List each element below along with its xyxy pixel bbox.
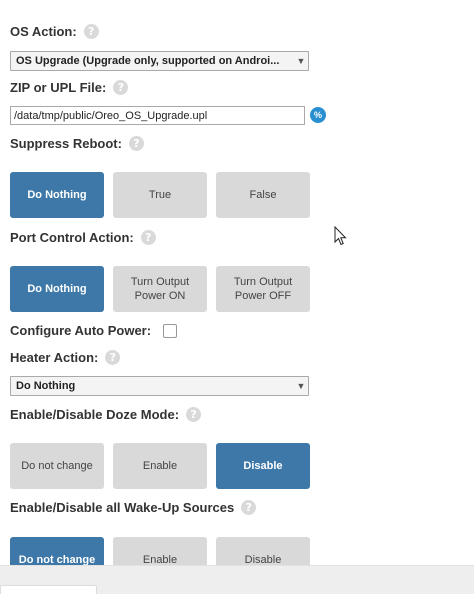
suppress-reboot-label: Suppress Reboot: ? <box>10 136 144 151</box>
zip-file-label: ZIP or UPL File: ? <box>10 80 129 95</box>
auto-power-checkbox[interactable] <box>163 324 177 338</box>
heater-action-select[interactable]: Do Nothing ▼ <box>10 376 309 396</box>
chevron-down-icon: ▼ <box>296 56 306 66</box>
port-control-do-nothing-button[interactable]: Do Nothing <box>10 266 104 312</box>
help-icon[interactable]: ? <box>241 500 257 515</box>
wakeup-do-not-change-button[interactable]: Do not change <box>10 537 104 565</box>
port-control-label: Port Control Action: ? <box>10 230 156 245</box>
zip-file-input[interactable]: /data/tmp/public/Oreo_OS_Upgrade.upl <box>10 106 305 125</box>
port-control-power-on-button[interactable]: Turn Output Power ON <box>113 266 207 312</box>
globe-icon[interactable]: % <box>310 107 326 123</box>
help-icon[interactable]: ? <box>113 80 129 95</box>
help-icon[interactable]: ? <box>83 24 99 39</box>
port-control-power-off-button[interactable]: Turn Output Power OFF <box>216 266 310 312</box>
doze-mode-label: Enable/Disable Doze Mode: ? <box>10 407 202 422</box>
suppress-reboot-do-nothing-button[interactable]: Do Nothing <box>10 172 104 218</box>
help-icon[interactable]: ? <box>140 230 156 245</box>
auto-power-label: Configure Auto Power: <box>10 323 152 338</box>
suppress-reboot-true-button[interactable]: True <box>113 172 207 218</box>
os-action-label: OS Action: ? <box>10 24 99 39</box>
help-icon[interactable]: ? <box>128 136 144 151</box>
doze-mode-enable-button[interactable]: Enable <box>113 443 207 489</box>
wakeup-disable-button[interactable]: Disable <box>216 537 310 565</box>
doze-mode-disable-button[interactable]: Disable <box>216 443 310 489</box>
suppress-reboot-false-button[interactable]: False <box>216 172 310 218</box>
help-icon[interactable]: ? <box>186 407 202 422</box>
chevron-down-icon: ▼ <box>296 381 306 391</box>
wakeup-sources-label: Enable/Disable all Wake-Up Sources ? <box>10 500 257 515</box>
settings-form: OS Action: ? OS Upgrade (Upgrade only, s… <box>0 0 474 565</box>
help-icon[interactable]: ? <box>105 350 121 365</box>
heater-action-selected-value: Do Nothing <box>16 380 76 392</box>
os-action-selected-value: OS Upgrade (Upgrade only, supported on A… <box>16 55 280 67</box>
heater-action-label: Heater Action: ? <box>10 350 121 365</box>
doze-mode-do-not-change-button[interactable]: Do not change <box>10 443 104 489</box>
wakeup-enable-button[interactable]: Enable <box>113 537 207 565</box>
os-action-select[interactable]: OS Upgrade (Upgrade only, supported on A… <box>10 51 309 71</box>
mouse-cursor-icon <box>334 226 347 246</box>
